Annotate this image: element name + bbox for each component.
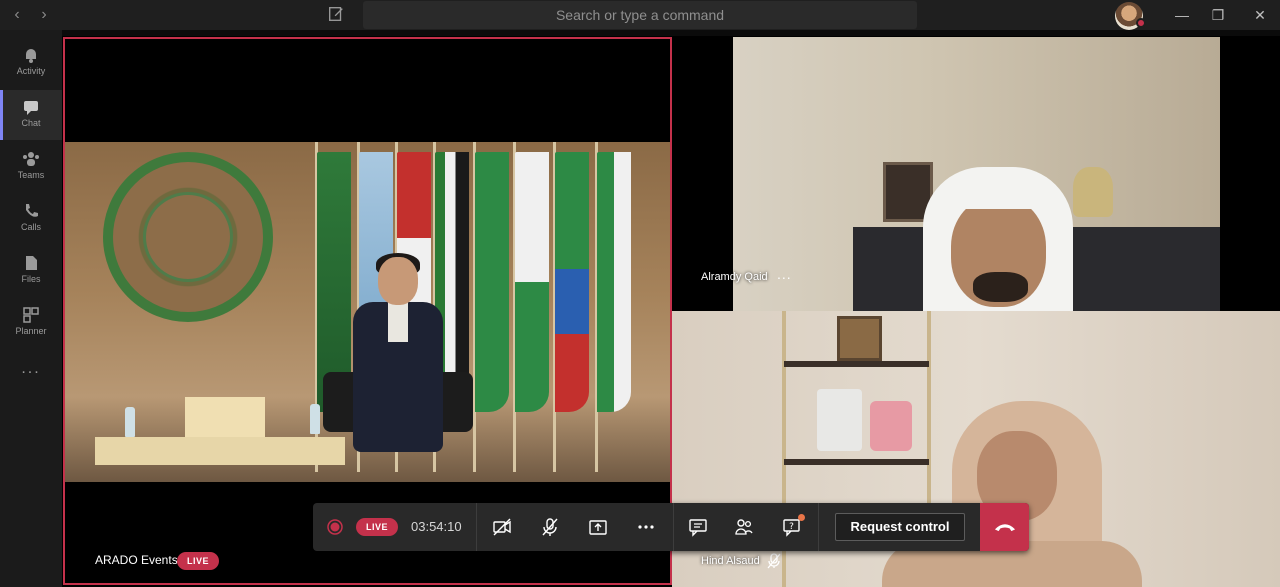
minimize-icon[interactable]: — [1172,5,1192,25]
more-icon [638,525,654,529]
live-badge: LIVE [177,552,220,570]
rail-label: Calls [20,222,41,232]
chat-icon [24,101,38,115]
close-icon[interactable]: ✕ [1250,5,1270,25]
status-badge [1136,18,1146,28]
video-feed [65,142,670,482]
more-actions-button[interactable] [629,503,663,551]
emblem-image [103,152,273,322]
person-beard [973,272,1028,302]
bell-icon [26,49,36,63]
participants-button[interactable] [727,503,761,551]
chat-icon [689,519,707,537]
share-button[interactable] [581,503,615,551]
plaque [837,316,882,361]
muted-mic-icon [767,553,781,569]
raise-hand-button[interactable]: ? [775,503,809,551]
forward-button[interactable]: › [36,6,52,24]
trophy [1073,167,1113,217]
rail-label: Teams [17,170,45,180]
more-apps-button[interactable]: ... [0,360,62,390]
lectern [185,397,265,439]
flag [515,152,549,412]
participants-icon [735,519,753,535]
request-control-button[interactable]: Request control [835,513,965,541]
recording-indicator [321,503,349,551]
call-timer: 03:54:10 [411,519,462,534]
participant-name: Hind Alsaud [701,555,760,567]
back-button[interactable]: ‹ [9,6,25,24]
rail-label: Chat [21,118,41,128]
hang-up-icon [994,523,1015,531]
title-bar: ‹ › Search or type a command — ❐ ✕ [0,0,1280,30]
share-icon [589,520,607,535]
mic-toggle-button[interactable] [533,503,567,551]
flag [555,152,589,412]
hang-up-button[interactable] [980,503,1029,551]
record-icon [327,519,343,535]
speaker-person [343,253,453,457]
rail-item-activity[interactable]: Activity [0,38,62,88]
rail-label: Activity [16,66,46,76]
search-input[interactable]: Search or type a command [363,1,917,29]
rail-item-chat[interactable]: Chat [0,90,62,140]
compose-icon[interactable] [327,5,347,25]
flag [475,152,509,412]
stage-table [95,437,345,465]
participant-more-button[interactable]: ... [777,266,792,282]
flag [597,152,631,412]
app-rail: Activity Chat Teams Calls Files Planner … [0,30,62,587]
certificate [817,389,862,451]
rail-item-files[interactable]: Files [0,246,62,296]
teams-icon [23,152,39,166]
shelf [784,459,929,465]
rail-item-teams[interactable]: Teams [0,142,62,192]
award [870,401,912,451]
shelf [784,361,929,367]
meeting-controls: LIVE 03:54:10 ? Request control [313,503,1029,551]
notification-dot [798,514,805,521]
restore-icon[interactable]: ❐ [1208,5,1228,25]
mic-off-icon [542,518,558,536]
chat-toggle-button[interactable] [681,503,715,551]
live-badge: LIVE [356,518,399,536]
phone-icon [26,204,38,217]
svg-text:?: ? [789,522,794,532]
participant-name: Alramdy Qaid [701,271,768,283]
rail-label: Planner [15,326,47,336]
planner-icon [23,307,39,323]
rail-item-planner[interactable]: Planner [0,298,62,348]
camera-off-icon [493,518,511,536]
file-icon [26,256,37,270]
rail-item-calls[interactable]: Calls [0,194,62,244]
main-speaker-name: ARADO Events [95,553,178,567]
participant-tile[interactable] [733,37,1220,311]
rail-label: Files [21,274,41,284]
more-icon: ... [21,360,41,377]
camera-toggle-button[interactable] [485,503,519,551]
